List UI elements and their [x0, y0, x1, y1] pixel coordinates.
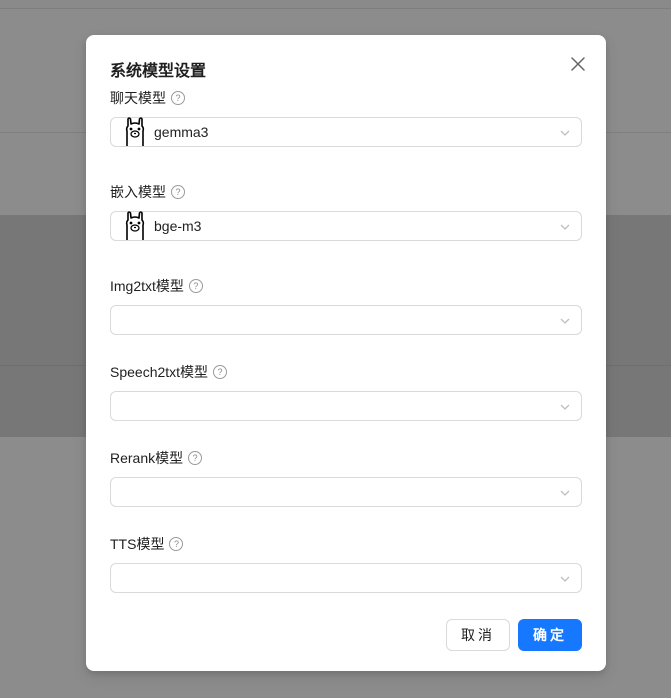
embedding-model-label: 嵌入模型 [110, 184, 166, 200]
chevron-down-icon [560, 224, 570, 230]
dialog-title: 系统模型设置 [110, 63, 207, 80]
img2txt-model-select[interactable] [110, 305, 582, 335]
help-icon[interactable]: ? [171, 91, 185, 105]
ollama-llama-icon [125, 117, 145, 146]
speech2txt-model-select[interactable] [110, 391, 582, 421]
system-model-settings-dialog: 系统模型设置 聊天模型 ? gemma3 嵌入模型 ? bge-m3 Img2t… [86, 35, 606, 671]
tts-model-field: TTS模型 ? [110, 534, 582, 593]
chevron-down-icon [560, 576, 570, 582]
embedding-model-field: 嵌入模型 ? bge-m3 [110, 182, 582, 241]
chat-model-field: 聊天模型 ? gemma3 [110, 88, 582, 147]
help-icon[interactable]: ? [188, 451, 203, 465]
cancel-button[interactable]: 取消 [446, 619, 510, 651]
ollama-llama-icon [125, 211, 145, 240]
chat-model-value: gemma3 [154, 124, 209, 140]
chat-model-select[interactable]: gemma3 [110, 117, 582, 147]
chevron-down-icon [560, 130, 570, 136]
speech2txt-model-field: Speech2txt模型 ? [110, 362, 582, 421]
tts-model-label: TTS模型 [110, 536, 165, 552]
embedding-model-select[interactable]: bge-m3 [110, 211, 582, 241]
help-icon[interactable]: ? [213, 365, 228, 379]
close-button[interactable] [568, 54, 588, 74]
tts-model-select[interactable] [110, 563, 582, 593]
rerank-model-label: Rerank模型 [110, 450, 184, 466]
rerank-model-select[interactable] [110, 477, 582, 507]
img2txt-model-label: Img2txt模型 [110, 278, 184, 294]
ok-button[interactable]: 确定 [518, 619, 582, 651]
background-header [0, 0, 671, 9]
help-icon[interactable]: ? [188, 279, 203, 293]
rerank-model-field: Rerank模型 ? [110, 448, 582, 507]
speech2txt-model-label: Speech2txt模型 [110, 364, 209, 380]
chat-model-label: 聊天模型 [110, 90, 166, 106]
img2txt-model-field: Img2txt模型 ? [110, 276, 582, 335]
chevron-down-icon [560, 318, 570, 324]
help-icon[interactable]: ? [169, 537, 184, 551]
chevron-down-icon [560, 404, 570, 410]
embedding-model-value: bge-m3 [154, 218, 202, 234]
help-icon[interactable]: ? [171, 185, 185, 199]
close-icon [571, 57, 585, 71]
chevron-down-icon [560, 490, 570, 496]
